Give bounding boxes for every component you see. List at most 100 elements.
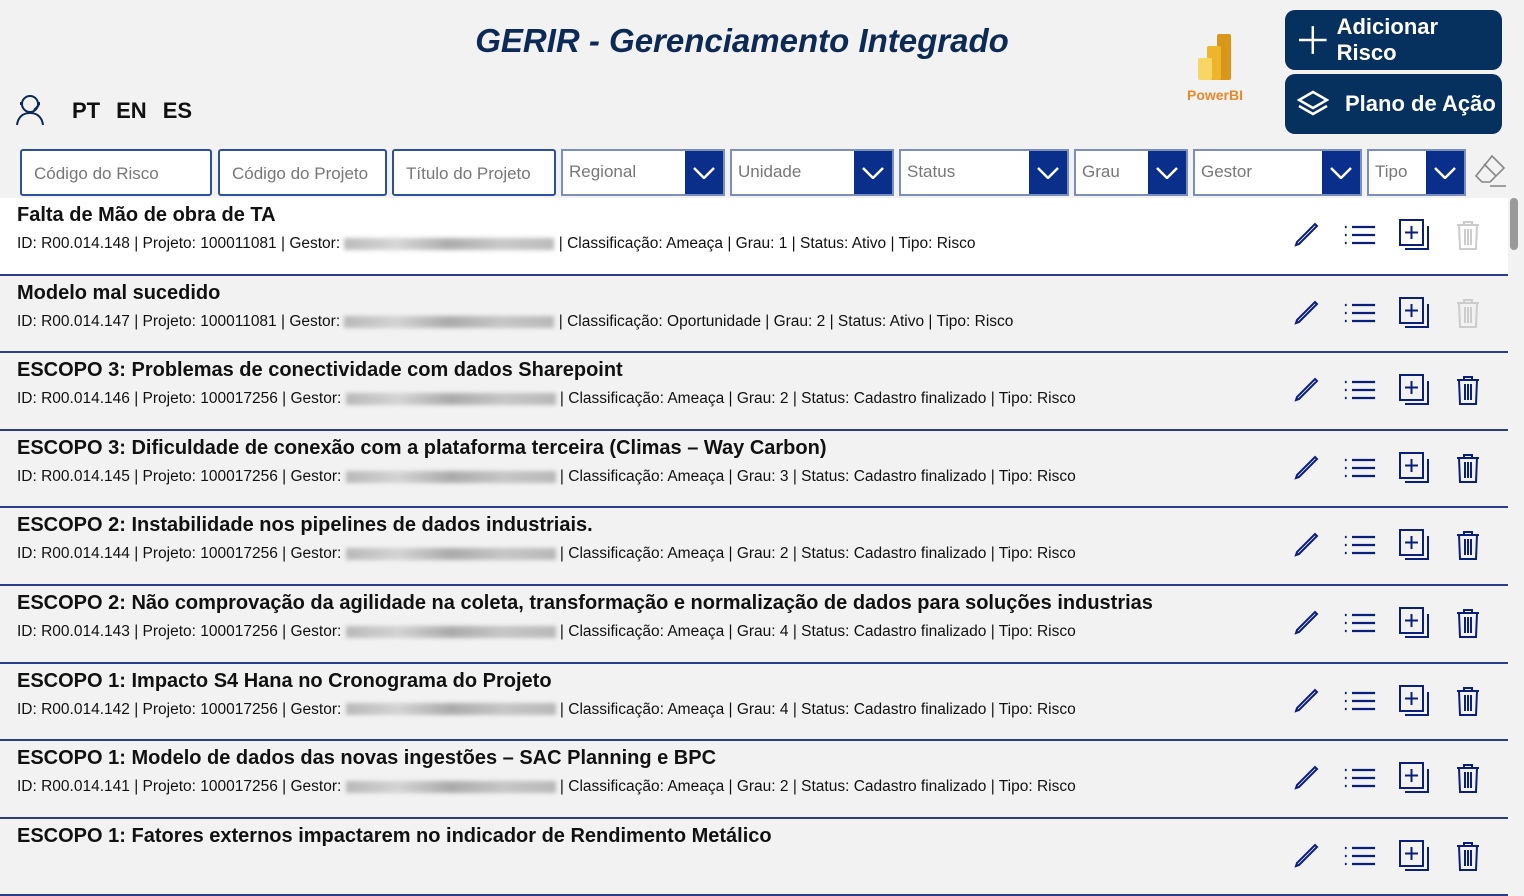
powerbi-label: PowerBI [1186,87,1243,103]
risk-meta: ID: R00.014.146 | Projeto: 100017256 | G… [17,390,1508,408]
add-copy-icon[interactable] [1398,218,1430,252]
risk-row[interactable]: ESCOPO 3: Dificuldade de conexão com a p… [0,431,1508,509]
add-risk-button[interactable]: Adicionar Risco [1285,10,1502,70]
risk-list: Falta de Mão de obra de TA ID: R00.014.14… [0,198,1508,896]
action-plan-button[interactable]: Plano de Ação [1285,74,1502,134]
powerbi-icon [1198,34,1231,80]
trash-icon[interactable] [1452,684,1484,718]
list-icon[interactable] [1344,451,1376,485]
grau-dropdown[interactable]: Grau [1074,149,1188,196]
gestor-name-redacted [345,393,556,406]
unidade-dropdown[interactable]: Unidade [730,149,894,196]
lang-es[interactable]: ES [163,98,192,124]
chevron-down-icon [1029,151,1067,194]
list-icon[interactable] [1344,761,1376,795]
risk-row[interactable]: ESCOPO 1: Impacto S4 Hana no Cronograma … [0,664,1508,742]
add-copy-icon[interactable] [1398,684,1430,718]
gestor-name-redacted [345,781,556,794]
risk-row[interactable]: ESCOPO 2: Não comprovação da agilidade n… [0,586,1508,664]
risk-meta-id-project: ID: R00.014.141 | Projeto: 100017256 | G… [17,778,342,796]
edit-pencil-icon[interactable] [1290,218,1322,252]
plus-icon [1298,26,1327,54]
risk-title: ESCOPO 3: Problemas de conectividade com… [17,359,623,382]
support-user-icon[interactable] [14,92,46,131]
trash-icon[interactable] [1452,528,1484,562]
project-title-input[interactable]: Título do Projeto [392,149,556,196]
trash-icon[interactable] [1452,606,1484,640]
risk-meta: ID: R00.014.148 | Projeto: 100011081 | G… [17,235,1508,253]
powerbi-link[interactable]: PowerBI [1182,34,1248,103]
unidade-label: Unidade [738,162,802,181]
status-dropdown[interactable]: Status [899,149,1069,196]
lang-en[interactable]: EN [116,98,147,124]
chevron-down-icon [685,151,723,194]
risk-meta: ID: R00.014.145 | Projeto: 100017256 | G… [17,468,1508,486]
list-icon[interactable] [1344,373,1376,407]
risk-title: ESCOPO 3: Dificuldade de conexão com a p… [17,436,827,459]
add-copy-icon[interactable] [1398,761,1430,795]
list-icon[interactable] [1344,296,1376,330]
risk-meta-details: | Classificação: Ameaça | Grau: 3 | Stat… [559,467,1076,485]
edit-pencil-icon[interactable] [1290,296,1322,330]
add-copy-icon[interactable] [1398,373,1430,407]
edit-pencil-icon[interactable] [1290,839,1322,873]
risk-row[interactable]: Falta de Mão de obra de TA ID: R00.014.14… [0,198,1508,276]
risk-code-input[interactable]: Código do Risco [20,149,212,196]
eraser-clear-filters-icon[interactable] [1472,152,1508,193]
add-copy-icon[interactable] [1398,451,1430,485]
risk-meta-details: | Classificação: Oportunidade | Grau: 2 … [558,312,1014,330]
risk-meta-details: | Classificação: Ameaça | Grau: 2 | Stat… [559,778,1076,796]
risk-title: Falta de Mão de obra de TA [17,204,276,226]
gestor-dropdown[interactable]: Gestor [1193,149,1362,196]
trash-icon[interactable] [1452,839,1484,873]
list-icon[interactable] [1344,528,1376,562]
tipo-dropdown[interactable]: Tipo [1367,149,1466,196]
chevron-down-icon [1148,151,1186,194]
list-icon[interactable] [1344,684,1376,718]
risk-title: ESCOPO 1: Fatores externos impactarem no… [17,824,772,847]
risk-meta-details: | Classificação: Ameaça | Grau: 4 | Stat… [559,622,1076,640]
add-copy-icon[interactable] [1398,296,1430,330]
trash-icon [1452,218,1484,252]
add-risk-label: Adicionar Risco [1336,14,1439,65]
edit-pencil-icon[interactable] [1290,684,1322,718]
edit-pencil-icon[interactable] [1290,761,1322,795]
trash-icon[interactable] [1452,761,1484,795]
add-copy-icon[interactable] [1398,528,1430,562]
trash-icon[interactable] [1452,451,1484,485]
risk-meta-id-project: ID: R00.014.145 | Projeto: 100017256 | G… [17,467,342,485]
list-icon[interactable] [1344,218,1376,252]
layers-icon [1297,90,1329,116]
risk-title: ESCOPO 2: Instabilidade nos pipelines de… [17,514,593,537]
chevron-down-icon [1426,151,1464,194]
edit-pencil-icon[interactable] [1290,373,1322,407]
add-copy-icon[interactable] [1398,839,1430,873]
scrollbar[interactable] [1510,198,1518,250]
app-title: GERIR - Gerenciamento Integrado [475,22,1009,59]
risk-row[interactable]: Modelo mal sucedido ID: R00.014.147 | Pro… [0,276,1508,354]
risk-meta-id-project: ID: R00.014.144 | Projeto: 100017256 | G… [17,545,342,563]
lang-pt[interactable]: PT [72,98,100,124]
list-icon[interactable] [1344,839,1376,873]
risk-meta: ID: R00.014.143 | Projeto: 100017256 | G… [17,623,1508,641]
list-icon[interactable] [1344,606,1376,640]
risk-row[interactable]: ESCOPO 1: Fatores externos impactarem no… [0,819,1508,896]
risk-meta: ID: R00.014.144 | Projeto: 100017256 | G… [17,545,1508,563]
risk-row[interactable]: ESCOPO 3: Problemas de conectividade com… [0,353,1508,431]
risk-meta: ID: R00.014.141 | Projeto: 100017256 | G… [17,778,1508,796]
edit-pencil-icon[interactable] [1290,606,1322,640]
risk-row[interactable]: ESCOPO 2: Instabilidade nos pipelines de… [0,508,1508,586]
gestor-name-redacted [344,315,555,328]
risk-meta-details: | Classificação: Ameaça | Grau: 2 | Stat… [559,545,1076,563]
regional-dropdown[interactable]: Regional [561,149,725,196]
edit-pencil-icon[interactable] [1290,528,1322,562]
project-code-input[interactable]: Código do Projeto [218,149,387,196]
add-copy-icon[interactable] [1398,606,1430,640]
status-label: Status [907,162,956,181]
edit-pencil-icon[interactable] [1290,451,1322,485]
trash-icon[interactable] [1452,373,1484,407]
risk-row[interactable]: ESCOPO 1: Modelo de dados das novas inge… [0,741,1508,819]
risk-meta-id-project: ID: R00.014.143 | Projeto: 100017256 | G… [17,622,342,640]
risk-meta-details: | Classificação: Ameaça | Grau: 1 | Stat… [558,235,976,252]
chevron-down-icon [1322,151,1360,194]
